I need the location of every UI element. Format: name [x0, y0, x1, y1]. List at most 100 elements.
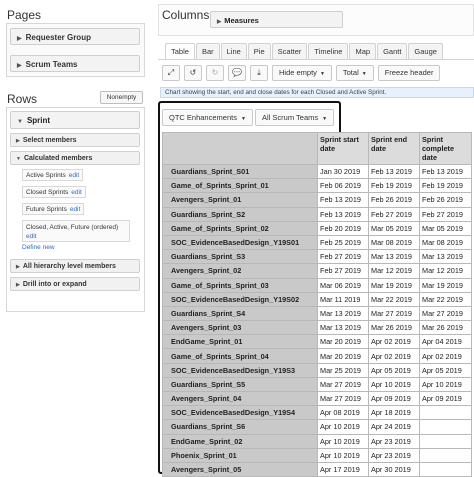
date-cell: Mar 27 2019: [419, 305, 472, 322]
row-header-sprint[interactable]: EndGame_Sprint_01: [162, 334, 318, 350]
date-cell: Mar 13 2019: [317, 320, 369, 336]
date-cell: Apr 04 2019: [419, 334, 472, 350]
calculated-member-future-sprints[interactable]: Future Sprints edit: [22, 203, 85, 215]
row-header-sprint[interactable]: Guardians_Sprint_S5: [162, 376, 318, 393]
table-row: SOC_EvidenceBasedDesign_Y19S02 Mar 11 201…: [162, 291, 472, 307]
date-cell: Apr 24 2019: [368, 419, 420, 435]
row-header-sprint[interactable]: Avengers_Sprint_05: [162, 461, 318, 477]
tab-gantt[interactable]: Gantt: [377, 43, 408, 59]
row-header-sprint[interactable]: Game_of_Sprints_Sprint_01: [162, 178, 318, 194]
scrum-teams-filter[interactable]: All Scrum Teams ▼: [255, 109, 335, 126]
filter-label: QTC Enhancements: [169, 113, 237, 122]
date-cell: Apr 02 2019: [368, 334, 420, 350]
row-header-sprint[interactable]: SOC_EvidenceBasedDesign_Y19S02: [162, 291, 318, 307]
table-row: SOC_EvidenceBasedDesign_Y19S4 Apr 08 2019…: [162, 405, 472, 421]
calculated-member-closed-sprints[interactable]: Closed Sprints edit: [22, 186, 86, 198]
tab-timeline[interactable]: Timeline: [308, 43, 349, 59]
row-header-sprint[interactable]: Avengers_Sprint_01: [162, 192, 318, 208]
date-cell: Apr 23 2019: [368, 447, 420, 463]
row-header-sprint[interactable]: EndGame_Sprint_02: [162, 433, 318, 449]
triangle-right-icon: ▶: [17, 63, 22, 69]
row-header-sprint[interactable]: SOC_EvidenceBasedDesign_Y19S4: [162, 405, 318, 421]
tab-table[interactable]: Table: [165, 43, 195, 60]
rows-title: Rows: [7, 92, 38, 106]
tab-pie[interactable]: Pie: [247, 43, 271, 59]
tab-map[interactable]: Map: [349, 43, 377, 59]
requester-group-filter[interactable]: QTC Enhancements ▼: [162, 109, 253, 126]
undo-icon: ↺: [189, 68, 197, 77]
calculated-member-closed-active-future[interactable]: Closed, Active, Future (ordered) edit: [22, 220, 130, 242]
date-cell: Apr 10 2019: [368, 376, 420, 393]
table-body: Guardians_Sprint_S01 Jan 30 2019 Feb 13 20…: [162, 163, 472, 477]
header-sprint-start-date[interactable]: Sprint start date: [317, 132, 369, 165]
freeze-header-button[interactable]: Freeze header: [377, 65, 441, 81]
filter-label: All Scrum Teams: [262, 113, 319, 122]
nonempty-button[interactable]: Nonempty: [100, 91, 143, 104]
row-header-sprint[interactable]: Guardians_Sprint_S2: [162, 206, 318, 222]
hide-empty-dropdown[interactable]: Hide empty ▼: [272, 65, 332, 81]
row-header-sprint[interactable]: Guardians_Sprint_S3: [162, 249, 318, 265]
table-row: Avengers_Sprint_01 Feb 13 2019 Feb 26 2019…: [162, 192, 472, 208]
rows-dimension-sprint[interactable]: ▼ Sprint: [10, 111, 140, 129]
fullscreen-button[interactable]: ⤢: [162, 65, 180, 81]
date-cell: Feb 27 2019: [317, 263, 369, 279]
section-label: Select members: [22, 137, 77, 144]
triangle-right-icon: ▶: [16, 138, 20, 144]
row-header-sprint[interactable]: Phoenix_Sprint_01: [162, 447, 318, 463]
edit-link[interactable]: edit: [26, 232, 126, 241]
tab-line[interactable]: Line: [220, 43, 247, 59]
download-button[interactable]: ⤓: [250, 65, 268, 81]
row-header-sprint[interactable]: Game_of_Sprints_Sprint_04: [162, 348, 318, 364]
edit-link[interactable]: edit: [69, 172, 79, 179]
row-header-sprint[interactable]: Guardians_Sprint_S6: [162, 419, 318, 435]
date-cell: Mar 26 2019: [419, 320, 472, 336]
row-header-sprint[interactable]: SOC_EvidenceBasedDesign_Y19S01: [162, 234, 318, 251]
undo-button[interactable]: ↺: [184, 65, 202, 81]
calculated-member-active-sprints[interactable]: Active Sprints edit: [22, 169, 84, 181]
tabs-divider: [158, 59, 474, 60]
row-header-sprint[interactable]: Avengers_Sprint_04: [162, 390, 318, 407]
header-sprint-complete-date[interactable]: Sprint complete date: [419, 132, 472, 165]
select-members-toggle[interactable]: ▶ Select members: [10, 133, 140, 147]
table-row: EndGame_Sprint_02 Apr 10 2019 Apr 23 2019: [162, 433, 472, 449]
row-header-sprint[interactable]: Guardians_Sprint_S4: [162, 305, 318, 322]
comment-button[interactable]: 💬: [228, 65, 246, 81]
date-cell: Mar 22 2019: [368, 291, 420, 307]
define-new-link[interactable]: Define new: [22, 244, 55, 251]
pages-dimension-requester-group[interactable]: ▶ Requester Group: [10, 28, 140, 45]
triangle-right-icon: ▶: [17, 36, 22, 42]
date-cell: Apr 02 2019: [368, 348, 420, 364]
tab-bar[interactable]: Bar: [195, 43, 220, 59]
row-header-sprint[interactable]: Game_of_Sprints_Sprint_02: [162, 220, 318, 236]
edit-link[interactable]: edit: [71, 189, 81, 196]
tab-gauge[interactable]: Gauge: [408, 43, 443, 59]
date-cell: Mar 27 2019: [317, 376, 369, 393]
calculated-members-toggle[interactable]: ▼ Calculated members: [10, 151, 140, 165]
redo-button[interactable]: ↻: [206, 65, 224, 81]
row-header-sprint[interactable]: Avengers_Sprint_02: [162, 263, 318, 279]
row-header-sprint[interactable]: Game_of_Sprints_Sprint_03: [162, 277, 318, 293]
table-row: SOC_EvidenceBasedDesign_Y19S01 Feb 25 201…: [162, 234, 472, 251]
edit-link[interactable]: edit: [70, 206, 80, 213]
row-header-sprint[interactable]: SOC_EvidenceBasedDesign_Y19S3: [162, 362, 318, 378]
columns-dimension-measures[interactable]: ▶ Measures: [210, 11, 343, 28]
row-header-sprint[interactable]: Guardians_Sprint_S01: [162, 163, 318, 180]
dimension-label: Sprint: [26, 116, 51, 125]
caret-down-icon: ▼: [319, 71, 325, 77]
table-row: Guardians_Sprint_S01 Jan 30 2019 Feb 13 20…: [162, 163, 472, 180]
date-cell: Mar 05 2019: [419, 220, 472, 236]
pages-dimension-scrum-teams[interactable]: ▶ Scrum Teams: [10, 55, 140, 72]
date-cell: [419, 461, 472, 477]
row-header-sprint[interactable]: Avengers_Sprint_03: [162, 320, 318, 336]
date-cell: Apr 02 2019: [419, 348, 472, 364]
date-cell: [419, 433, 472, 449]
all-hierarchy-level-toggle[interactable]: ▶ All hierarchy level members: [10, 259, 140, 273]
date-cell: Feb 27 2019: [368, 206, 420, 222]
total-dropdown[interactable]: Total ▼: [335, 65, 374, 81]
table-row: SOC_EvidenceBasedDesign_Y19S3 Mar 25 2019…: [162, 362, 472, 378]
table-row: Avengers_Sprint_04 Mar 27 2019 Apr 09 2019…: [162, 390, 472, 407]
drill-into-expand-toggle[interactable]: ▶ Drill into or expand: [10, 277, 140, 291]
header-sprint-end-date[interactable]: Sprint end date: [368, 132, 420, 165]
date-cell: Mar 25 2019: [317, 362, 369, 378]
tab-scatter[interactable]: Scatter: [271, 43, 308, 59]
